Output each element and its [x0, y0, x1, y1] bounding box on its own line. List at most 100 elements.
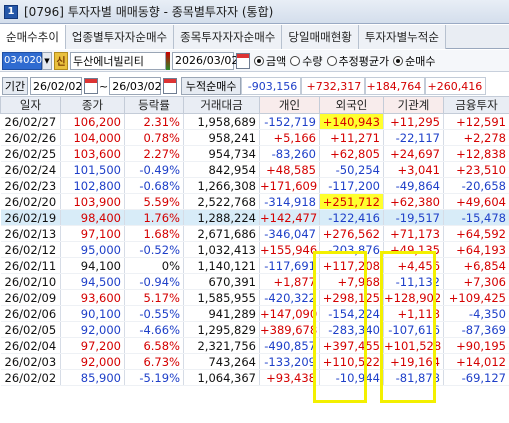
- col-financial[interactable]: 금융투자: [443, 96, 509, 114]
- tab-bar: 순매수추이 업종별투자자순매수 종목투자자자순매수 당일매매현황 투자자별누적순: [0, 25, 509, 49]
- table-row[interactable]: 26/02/12 95,000 -0.52% 1,032,413 +155,946 -20…: [0, 241, 509, 258]
- cell-amount: 1,958,689: [183, 113, 260, 130]
- cell-institution: +24,697: [383, 145, 444, 162]
- cell-date: 26/02/12: [0, 241, 61, 258]
- col-individual[interactable]: 개인: [259, 96, 320, 114]
- tab-stock-investor[interactable]: 종목투자자자순매수: [174, 25, 283, 49]
- table-row[interactable]: 26/02/09 93,600 5.17% 1,585,955 -420,322 +298…: [0, 289, 509, 306]
- cum-financial: +260,416: [425, 77, 487, 95]
- cumulative-label: 누적순매수: [181, 77, 242, 95]
- cell-amount: 2,522,768: [183, 193, 260, 210]
- col-rate[interactable]: 등락률: [124, 96, 184, 114]
- col-date[interactable]: 일자: [0, 96, 61, 114]
- cell-financial: +109,425: [443, 289, 509, 306]
- table-row[interactable]: 26/02/27 106,200 2.31% 1,958,689 -152,719 +14…: [0, 113, 509, 130]
- cell-foreign: +110,522: [319, 353, 384, 370]
- calendar-icon[interactable]: [163, 78, 178, 94]
- window-title: [0796] 투자자별 매매동향 - 종목별투자자 (통합): [24, 5, 274, 19]
- cell-amount: 2,671,686: [183, 225, 260, 242]
- col-institution[interactable]: 기관계: [383, 96, 444, 114]
- col-close[interactable]: 종가: [60, 96, 125, 114]
- cell-foreign: +117,208: [319, 257, 384, 274]
- cell-date: 26/02/20: [0, 193, 61, 210]
- cell-institution: +3,041: [383, 161, 444, 178]
- cell-individual: +48,585: [259, 161, 320, 178]
- cell-foreign: -203,876: [319, 241, 384, 258]
- cell-rate: -0.68%: [124, 177, 184, 194]
- table-row[interactable]: 26/02/23 102,800 -0.68% 1,266,308 +171,609 -1…: [0, 177, 509, 194]
- cell-amount: 958,241: [183, 129, 260, 146]
- table-row[interactable]: 26/02/24 101,500 -0.49% 842,954 +48,585 -50,2…: [0, 161, 509, 178]
- investor-table: 일자 종가 등락률 거래대금 개인 외국인 기관계 금융투자 26/02/27 1…: [0, 96, 509, 386]
- cell-institution: +11,295: [383, 113, 444, 130]
- table-row[interactable]: 26/02/03 92,000 6.73% 743,264 -133,209 +110,5…: [0, 353, 509, 370]
- tab-sector-investor[interactable]: 업종별투자자순매수: [65, 25, 175, 49]
- table-row[interactable]: 26/02/26 104,000 0.78% 958,241 +5,166 +11,271…: [0, 129, 509, 146]
- cell-rate: -0.94%: [124, 273, 184, 290]
- stock-name[interactable]: 두산에너빌리티: [70, 51, 166, 70]
- table-row[interactable]: 26/02/25 103,600 2.27% 954,734 -83,260 +62,80…: [0, 145, 509, 162]
- radio-avg-price[interactable]: 추정평균가: [326, 53, 389, 69]
- cell-amount: 1,266,308: [183, 177, 260, 194]
- base-date-input[interactable]: 2026/03/02: [172, 51, 238, 70]
- cell-close: 94,500: [60, 273, 125, 290]
- cell-date: 26/02/27: [0, 113, 61, 130]
- radio-dot: [393, 55, 404, 66]
- cell-financial: -20,658: [443, 177, 509, 194]
- cell-individual: +93,438: [259, 369, 320, 386]
- table-row[interactable]: 26/02/13 97,100 1.68% 2,671,686 -346,047 +276…: [0, 225, 509, 242]
- cell-amount: 842,954: [183, 161, 260, 178]
- cell-rate: -4.66%: [124, 321, 184, 338]
- cell-financial: +90,195: [443, 337, 509, 354]
- calendar-icon[interactable]: [236, 52, 250, 69]
- cell-individual: -346,047: [259, 225, 320, 242]
- cell-financial: +14,012: [443, 353, 509, 370]
- period-from-input[interactable]: 26/02/02: [30, 77, 82, 95]
- tab-net-buy-trend[interactable]: 순매수추이: [0, 25, 66, 49]
- table-row[interactable]: 26/02/19 98,400 1.76% 1,288,224 +142,477 -122…: [0, 209, 509, 226]
- cell-amount: 670,391: [183, 273, 260, 290]
- cell-close: 85,900: [60, 369, 125, 386]
- radio-net-buy[interactable]: 순매수: [393, 53, 435, 69]
- radio-amount[interactable]: 금액: [254, 53, 286, 69]
- table-row[interactable]: 26/02/04 97,200 6.58% 2,321,756 -490,857 +397…: [0, 337, 509, 354]
- chevron-down-icon[interactable]: ▼: [42, 51, 52, 70]
- radio-quantity[interactable]: 수량: [290, 53, 323, 69]
- cell-date: 26/02/26: [0, 129, 61, 146]
- cell-date: 26/02/02: [0, 369, 61, 386]
- cell-individual: +142,477: [259, 209, 320, 226]
- cell-rate: 6.73%: [124, 353, 184, 370]
- radio-label: 수량: [302, 54, 323, 68]
- cell-rate: -0.52%: [124, 241, 184, 258]
- cell-institution: +62,380: [383, 193, 444, 210]
- cell-financial: -15,478: [443, 209, 509, 226]
- tab-investor-cumulative[interactable]: 투자자별누적순: [358, 25, 446, 49]
- cell-amount: 1,064,367: [183, 369, 260, 386]
- col-amount[interactable]: 거래대금: [183, 96, 260, 114]
- col-foreign[interactable]: 외국인: [319, 96, 384, 114]
- stock-code-input[interactable]: 034020: [2, 51, 42, 70]
- period-to-input[interactable]: 26/03/02: [109, 77, 162, 95]
- tab-today-trading[interactable]: 당일매매현황: [282, 25, 359, 49]
- cell-close: 94,100: [60, 257, 125, 274]
- cell-close: 103,900: [60, 193, 125, 210]
- cell-close: 102,800: [60, 177, 125, 194]
- cell-individual: -490,857: [259, 337, 320, 354]
- cell-close: 92,000: [60, 321, 125, 338]
- cell-individual: -133,209: [259, 353, 320, 370]
- table-row[interactable]: 26/02/10 94,500 -0.94% 670,391 +1,877 +7,968-…: [0, 273, 509, 290]
- cell-institution: +128,902: [383, 289, 444, 306]
- table-row[interactable]: 26/02/06 90,100 -0.55% 941,289 +147,090 -154,…: [0, 305, 509, 322]
- calendar-icon[interactable]: [84, 78, 98, 94]
- cum-foreign: +732,317: [301, 77, 366, 95]
- cell-amount: 1,032,413: [183, 241, 260, 258]
- cell-individual: -117,691: [259, 257, 320, 274]
- cell-foreign: -122,416: [319, 209, 384, 226]
- table-row[interactable]: 26/02/05 92,000 -4.66% 1,295,829 +389,678 -28…: [0, 321, 509, 338]
- table-row[interactable]: 26/02/20 103,900 5.59% 2,522,768 -314,918 +25…: [0, 193, 509, 210]
- table-row[interactable]: 26/02/11 94,100 0% 1,140,121 -117,691 +117,20…: [0, 257, 509, 274]
- range-separator: ~: [99, 79, 109, 93]
- table-row[interactable]: 26/02/02 85,900 -5.19% 1,064,367 +93,438 -10,…: [0, 369, 509, 386]
- cell-date: 26/02/24: [0, 161, 61, 178]
- cell-financial: +12,591: [443, 113, 509, 130]
